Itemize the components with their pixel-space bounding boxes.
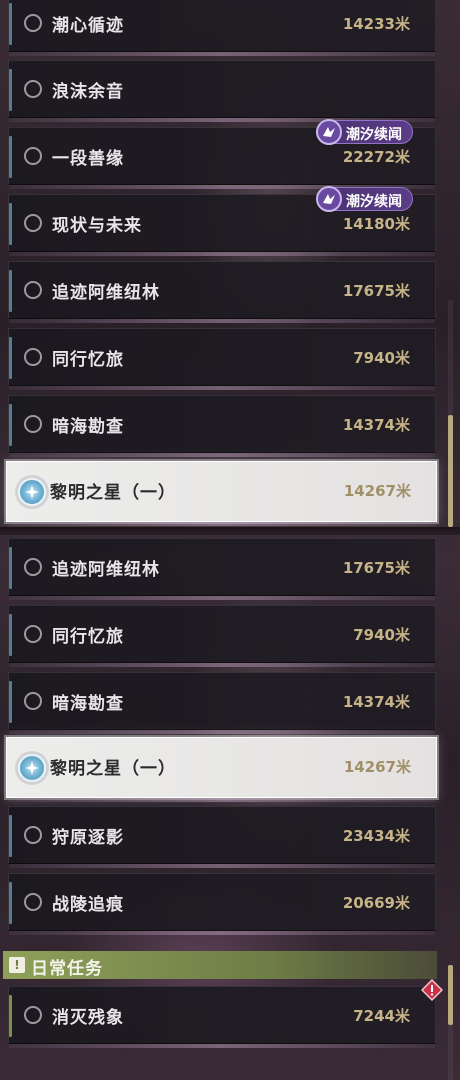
track-radio[interactable] bbox=[24, 214, 42, 232]
quest-name: 一段善缘 bbox=[52, 149, 124, 169]
section-title: 日常任务 bbox=[31, 959, 103, 979]
tide-story-icon bbox=[316, 119, 342, 145]
row-accent bbox=[9, 3, 12, 45]
quest-distance: 7244米 bbox=[353, 1007, 410, 1025]
track-radio[interactable] bbox=[24, 893, 42, 911]
quest-name: 追迹阿维纽林 bbox=[52, 560, 160, 580]
row-accent bbox=[9, 882, 12, 924]
quest-row[interactable]: 潮心循迹 14233米 bbox=[8, 0, 436, 56]
track-radio[interactable] bbox=[24, 826, 42, 844]
quest-row[interactable]: 暗海勘查 14374米 bbox=[8, 395, 436, 457]
quest-name: 狩原逐影 bbox=[52, 828, 124, 848]
row-accent bbox=[9, 614, 12, 656]
quest-distance: 14267米 bbox=[343, 482, 411, 500]
quest-row[interactable]: 狩原逐影 23434米 bbox=[8, 806, 436, 868]
quest-name: 战陵追痕 bbox=[52, 895, 124, 915]
scroll-thumb[interactable] bbox=[448, 415, 453, 527]
track-radio[interactable] bbox=[24, 147, 42, 165]
tracking-icon[interactable] bbox=[18, 478, 46, 506]
scrollbar[interactable] bbox=[448, 300, 453, 527]
row-accent bbox=[9, 995, 12, 1037]
quest-distance: 14374米 bbox=[342, 416, 410, 434]
scroll-thumb[interactable] bbox=[448, 965, 453, 1025]
row-accent bbox=[9, 404, 12, 446]
row-accent bbox=[9, 136, 12, 178]
tracking-icon[interactable] bbox=[18, 754, 46, 782]
tide-story-icon bbox=[316, 186, 342, 212]
quest-row[interactable]: 同行忆旅 7940米 bbox=[8, 605, 436, 667]
track-radio[interactable] bbox=[24, 80, 42, 98]
row-accent bbox=[9, 270, 12, 312]
track-radio[interactable] bbox=[24, 14, 42, 32]
quest-name: 现状与未来 bbox=[52, 216, 142, 236]
quest-name: 同行忆旅 bbox=[52, 627, 124, 647]
quest-name: 同行忆旅 bbox=[52, 350, 124, 370]
quest-distance: 20669米 bbox=[342, 894, 410, 912]
divider bbox=[0, 527, 460, 535]
tide-story-badge: 潮汐续闻 bbox=[316, 186, 413, 212]
quest-distance: 14233米 bbox=[342, 15, 410, 33]
quest-row-selected[interactable]: 黎明之星（一） 14267米 bbox=[6, 461, 437, 526]
quest-distance: 7940米 bbox=[353, 349, 410, 367]
alert-diamond-icon bbox=[421, 979, 443, 1001]
track-radio[interactable] bbox=[24, 625, 42, 643]
tide-story-badge: 潮汐续闻 bbox=[316, 119, 413, 145]
quest-row[interactable]: 战陵追痕 20669米 bbox=[8, 873, 436, 935]
quest-name: 暗海勘查 bbox=[52, 694, 124, 714]
quest-distance: 17675米 bbox=[342, 559, 410, 577]
quest-distance: 14180米 bbox=[342, 215, 410, 233]
quest-distance: 14267米 bbox=[343, 758, 411, 776]
track-radio[interactable] bbox=[24, 692, 42, 710]
quest-name: 暗海勘查 bbox=[52, 417, 124, 437]
quest-name: 黎明之星（一） bbox=[50, 483, 176, 503]
track-radio[interactable] bbox=[24, 415, 42, 433]
quest-row[interactable]: 追迹阿维纽林 17675米 bbox=[8, 538, 436, 600]
row-accent bbox=[9, 681, 12, 723]
quest-name: 黎明之星（一） bbox=[50, 759, 176, 779]
badge-label: 潮汐续闻 bbox=[346, 127, 402, 143]
quest-row[interactable]: 同行忆旅 7940米 bbox=[8, 328, 436, 390]
row-accent bbox=[9, 337, 12, 379]
row-accent bbox=[9, 69, 12, 111]
quest-distance: 22272米 bbox=[342, 148, 410, 166]
quest-name: 浪沫余音 bbox=[52, 82, 124, 102]
quest-row[interactable]: 一段善缘 22272米 潮汐续闻 bbox=[8, 119, 436, 189]
quest-row[interactable]: 现状与未来 14180米 潮汐续闻 bbox=[8, 186, 436, 256]
quest-name: 消灭残象 bbox=[52, 1008, 124, 1028]
track-radio[interactable] bbox=[24, 281, 42, 299]
quest-row[interactable]: 暗海勘查 14374米 bbox=[8, 672, 436, 734]
quest-list-panel-top: 潮心循迹 14233米 浪沫余音 一段善缘 22272米 潮汐续闻 现状与未来 … bbox=[0, 0, 460, 527]
quest-row[interactable]: 追迹阿维纽林 17675米 bbox=[8, 261, 436, 323]
quest-name: 追迹阿维纽林 bbox=[52, 283, 160, 303]
quest-distance: 23434米 bbox=[342, 827, 410, 845]
quest-distance: 17675米 bbox=[342, 282, 410, 300]
quest-row-selected[interactable]: 黎明之星（一） 14267米 bbox=[6, 737, 437, 802]
daily-quests-header[interactable]: ! 日常任务 bbox=[3, 951, 437, 979]
track-radio[interactable] bbox=[24, 558, 42, 576]
quest-row[interactable]: 浪沫余音 bbox=[8, 60, 436, 122]
row-accent bbox=[9, 547, 12, 589]
quest-distance: 14374米 bbox=[342, 693, 410, 711]
track-radio[interactable] bbox=[24, 1006, 42, 1024]
badge-label: 潮汐续闻 bbox=[346, 194, 402, 210]
scrollbar[interactable] bbox=[448, 965, 453, 1080]
row-accent bbox=[9, 815, 12, 857]
exclamation-icon: ! bbox=[9, 957, 25, 973]
quest-row[interactable]: 消灭残象 7244米 bbox=[8, 979, 443, 1048]
row-accent bbox=[9, 203, 12, 245]
track-radio[interactable] bbox=[24, 348, 42, 366]
quest-name: 潮心循迹 bbox=[52, 16, 124, 36]
quest-distance: 7940米 bbox=[353, 626, 410, 644]
